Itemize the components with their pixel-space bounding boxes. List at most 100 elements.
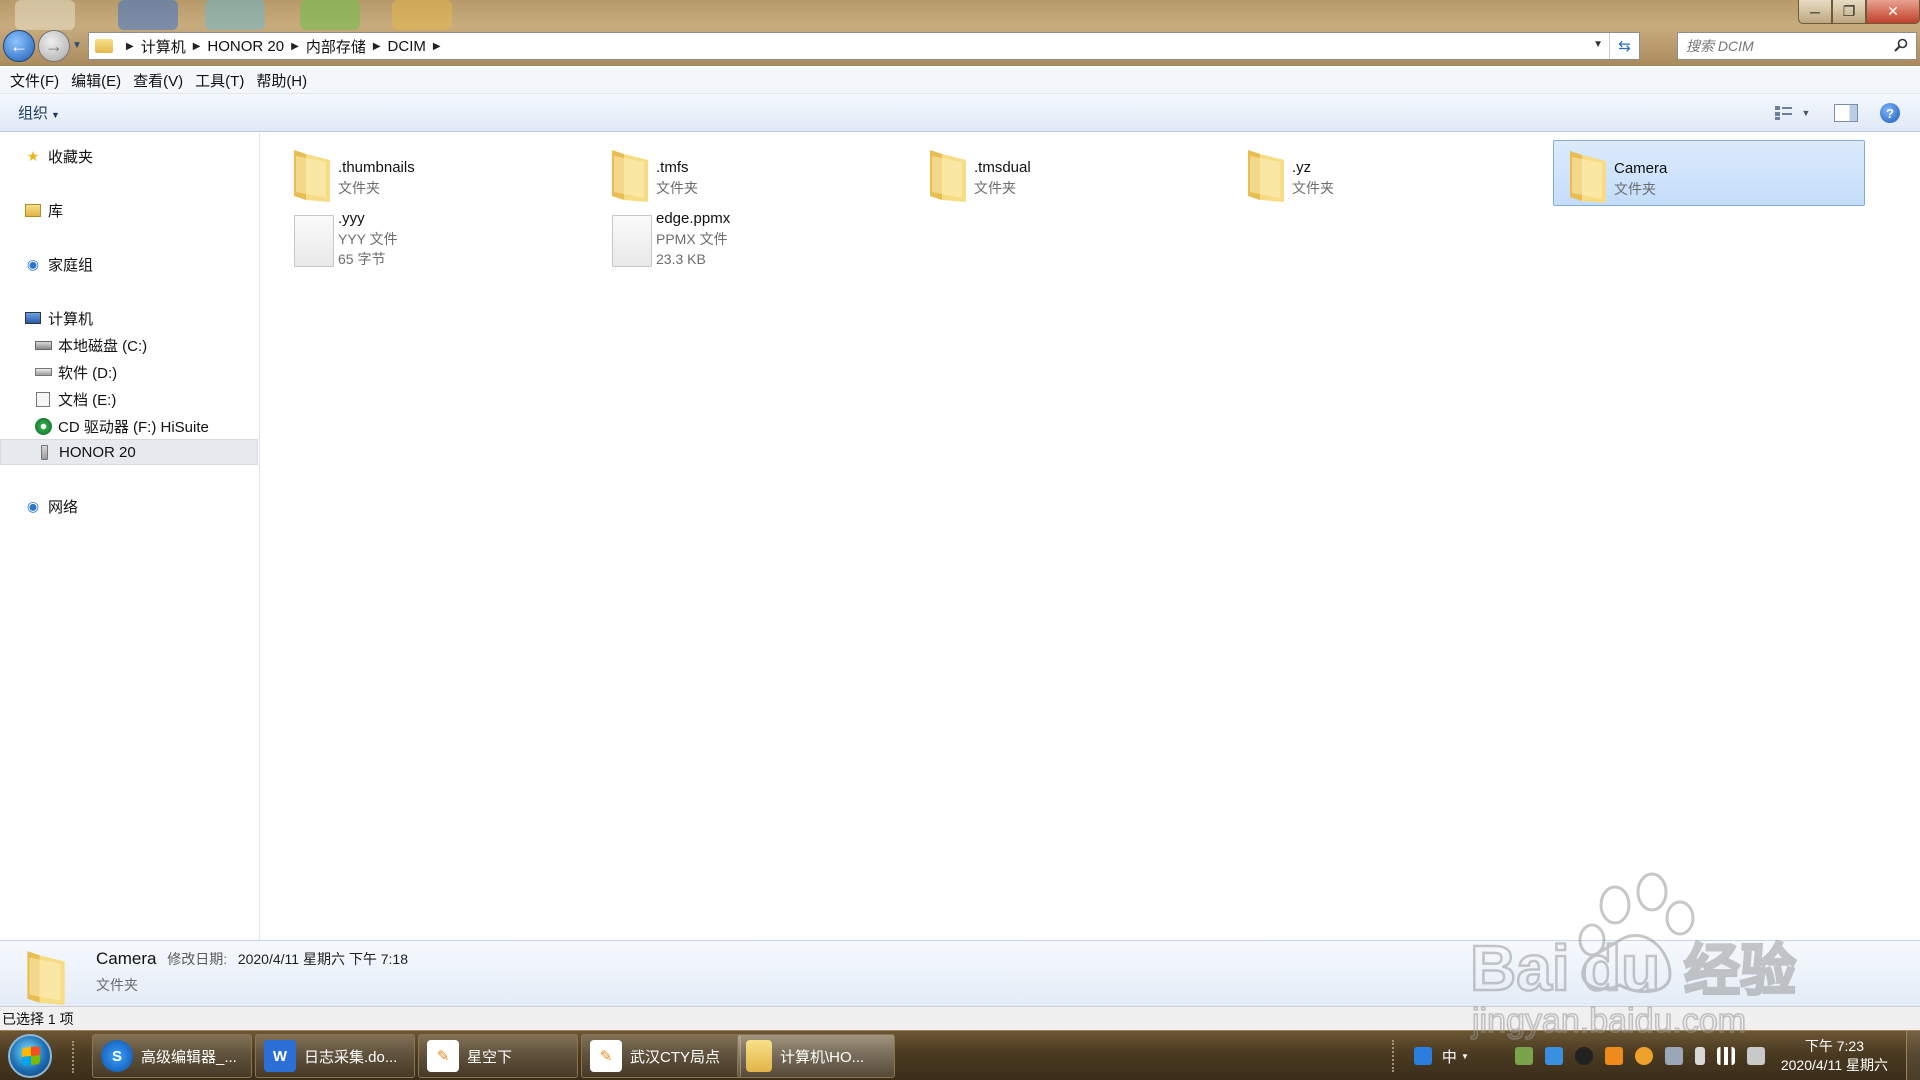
nav-label: 计算机 [48,310,94,328]
refresh-button[interactable]: ⇆ [1609,33,1639,59]
chevron-right-icon[interactable]: ▶ [291,41,299,52]
nav-label: HONOR 20 [59,443,136,461]
menu-tools[interactable]: 工具(T) [189,70,250,91]
file-name: .tmsdual [974,159,1031,176]
chevron-right-icon[interactable]: ▶ [126,41,134,52]
document-drive-icon [34,390,52,408]
monitor-icon[interactable] [1664,1047,1683,1065]
search-box[interactable] [1677,32,1917,60]
chevron-down-icon: ▼ [51,110,60,120]
forward-button[interactable]: → [38,30,70,62]
folder-camera[interactable]: Camera 文件夹 [1553,140,1865,206]
nav-honor20[interactable]: HONOR 20 [0,439,258,465]
show-desktop-button[interactable] [1906,1031,1920,1080]
search-input[interactable] [1686,38,1876,54]
minimize-button[interactable]: ─ [1798,0,1832,24]
ime-indicator[interactable]: 中 [1442,1046,1457,1067]
menu-help[interactable]: 帮助(H) [250,70,313,91]
preview-pane-button[interactable] [1834,104,1858,122]
homegroup-icon: ◉ [26,255,40,272]
folder-icon [1554,141,1614,205]
qq-icon[interactable] [1574,1047,1593,1065]
file-icon [278,209,338,273]
address-bar[interactable]: ▶ 计算机 ▶ HONOR 20 ▶ 内部存储 ▶ DCIM ▶ ▼ ⇆ [88,32,1640,60]
organize-label: 组织 [18,105,49,122]
cube-icon[interactable] [1544,1047,1563,1065]
nav-network[interactable]: ◉ 网络 [0,493,258,519]
nav-drive-d[interactable]: 软件 (D:) [0,359,258,385]
menu-edit[interactable]: 编辑(E) [65,70,127,91]
qq-input-icon[interactable] [1413,1047,1432,1065]
help-button[interactable]: ? [1880,103,1900,123]
recent-pages-button[interactable]: ▼ [72,40,82,51]
task-label: 武汉CTY局点 [630,1048,721,1066]
command-bar-right: ▼ ? [1770,94,1920,132]
file-edge-ppmx[interactable]: edge.ppmx PPMX 文件 23.3 KB [596,209,908,279]
folder-icon [27,951,65,1005]
back-button[interactable]: ← [3,30,35,62]
volume-muted-icon[interactable] [1746,1047,1765,1065]
folder-thumbnails[interactable]: .thumbnails 文件夹 [278,140,590,206]
desktop-background [205,0,265,30]
task-log-doc[interactable]: W 日志采集.do... [255,1034,415,1078]
task-label: 计算机\HO... [780,1048,865,1066]
status-selection: 已选择 1 项 [2,1010,74,1027]
window-titlebar: ─ ❐ ✕ ← → ▼ ▶ 计算机 ▶ HONOR 20 ▶ 内部存储 ▶ DC… [0,0,1920,66]
taskbar-grip [1391,1040,1398,1072]
file-type: 文件夹 [974,180,1016,196]
nav-label: 收藏夹 [48,148,94,166]
chevron-down-icon[interactable]: ▼ [1593,39,1603,50]
hard-drive-icon [34,336,52,354]
folder-yz[interactable]: .yz 文件夹 [1232,140,1544,206]
network-tray-icon[interactable] [1514,1047,1533,1065]
app-tray-icon[interactable] [1604,1047,1623,1065]
taskbar: S 高级编辑器_... W 日志采集.do... ✎ 星空下 ✎ 武汉CTY局点… [0,1030,1920,1080]
nav-drive-c[interactable]: 本地磁盘 (C:) [0,332,258,358]
nav-drive-e[interactable]: 文档 (E:) [0,386,258,412]
chevron-right-icon[interactable]: ▶ [373,41,381,52]
organize-button[interactable]: 组织 ▼ [18,102,60,123]
breadcrumb-computer[interactable]: 计算机 [141,36,186,57]
update-icon[interactable] [1634,1047,1653,1065]
nav-favorites[interactable]: ★ 收藏夹 [0,143,258,169]
task-label: 高级编辑器_... [141,1048,237,1066]
close-button[interactable]: ✕ [1866,0,1920,24]
folder-icon [746,1040,772,1072]
menu-file[interactable]: 文件(F) [4,70,65,91]
file-type: 文件夹 [1614,181,1656,197]
task-wuhan-cty[interactable]: ✎ 武汉CTY局点 [581,1034,741,1078]
file-list: .thumbnails 文件夹 .tmfs 文件夹 .tmsdual 文件夹 .yz 文… [261,133,1920,940]
search-icon[interactable] [1894,38,1908,52]
computer-icon [24,309,42,327]
nav-drive-f[interactable]: CD 驱动器 (F:) HiSuite [0,413,258,439]
task-advanced-editor[interactable]: S 高级编辑器_... [92,1034,252,1078]
breadcrumb-internal-storage[interactable]: 内部存储 [306,36,366,57]
nav-homegroup[interactable]: ◉ 家庭组 [0,251,258,277]
file-type: PPMX 文件 [656,231,728,247]
chevron-down-icon: ▼ [1801,108,1811,118]
clock[interactable]: 下午 7:23 2020/4/11 星期六 [1781,1037,1888,1075]
change-view-button[interactable]: ▼ [1770,105,1814,121]
folder-tmsdual[interactable]: .tmsdual 文件夹 [914,140,1226,206]
arrow-right-icon: → [45,35,63,56]
nav-computer[interactable]: 计算机 [0,305,258,331]
menu-view[interactable]: 查看(V) [127,70,189,91]
task-xingkongxia[interactable]: ✎ 星空下 [418,1034,578,1078]
breadcrumb-dcim[interactable]: DCIM [388,38,426,55]
file-type: 文件夹 [656,180,698,196]
start-button[interactable] [8,1034,52,1078]
details-modified-label: 修改日期: [167,951,228,967]
arrow-left-icon: ← [10,35,28,56]
nav-libraries[interactable]: 库 [0,197,258,223]
file-size: 23.3 KB [656,251,706,267]
folder-tmfs[interactable]: .tmfs 文件夹 [596,140,908,206]
maximize-button[interactable]: ❐ [1832,0,1866,24]
breadcrumb-honor20[interactable]: HONOR 20 [207,38,284,55]
chevron-down-icon[interactable]: ▼ [1461,1052,1469,1061]
battery-icon[interactable] [1694,1047,1705,1065]
chevron-right-icon[interactable]: ▶ [193,41,201,52]
file-yyy[interactable]: .yyy YYY 文件 65 字节 [278,209,590,279]
task-explorer[interactable]: 计算机\HO... [737,1034,895,1078]
signal-icon[interactable] [1716,1047,1735,1065]
chevron-right-icon[interactable]: ▶ [433,41,441,52]
